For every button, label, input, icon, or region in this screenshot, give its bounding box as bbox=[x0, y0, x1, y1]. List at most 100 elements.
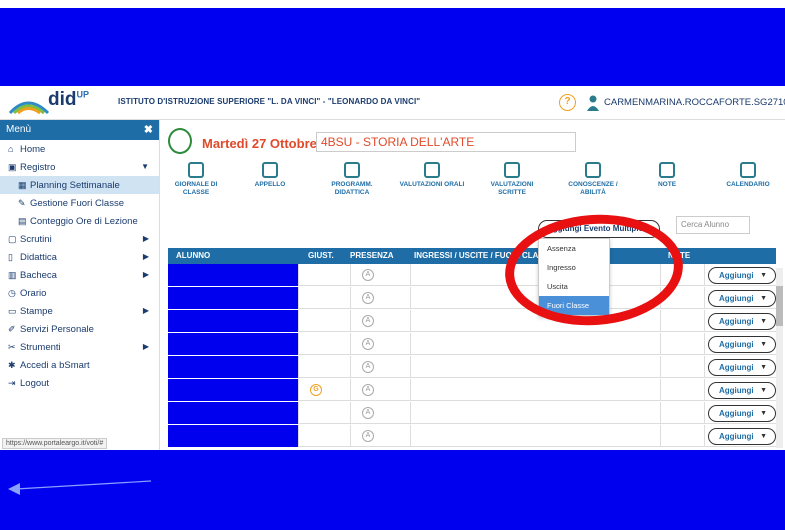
cell-divider bbox=[410, 402, 411, 424]
tab-appello[interactable]: APPELLO bbox=[248, 162, 292, 189]
sidebar-item-servizi[interactable]: ✐ Servizi Personale bbox=[0, 320, 159, 338]
search-input[interactable]: Cerca Alunno bbox=[676, 216, 750, 234]
presence-icon[interactable]: A bbox=[362, 430, 374, 442]
clock-icon: ◷ bbox=[8, 288, 16, 298]
chevron-right-icon: ▶ bbox=[142, 342, 149, 351]
cell-divider bbox=[298, 379, 299, 401]
sidebar-item-label: Strumenti bbox=[20, 342, 61, 353]
sidebar-item-strumenti[interactable]: ✂ Strumenti ▶ bbox=[0, 338, 159, 356]
tab-giornale[interactable]: GIORNALE DI CLASSE bbox=[164, 162, 228, 197]
student-name-cell bbox=[168, 425, 298, 447]
table-row: G A Aggiungi ▼ bbox=[168, 379, 776, 401]
add-button[interactable]: Aggiungi ▼ bbox=[708, 336, 776, 353]
presence-icon[interactable]: A bbox=[362, 361, 374, 373]
add-button[interactable]: Aggiungi ▼ bbox=[708, 405, 776, 422]
cell-divider bbox=[704, 287, 705, 309]
sidebar-item-fuori-classe[interactable]: ✎ Gestione Fuori Classe bbox=[0, 194, 159, 212]
cell-divider bbox=[298, 356, 299, 378]
sidebar-item-home[interactable]: ⌂ Home bbox=[0, 140, 159, 158]
presence-icon[interactable]: A bbox=[362, 384, 374, 396]
add-button[interactable]: Aggiungi ▼ bbox=[708, 313, 776, 330]
cell-divider bbox=[350, 310, 351, 332]
sidebar-item-logout[interactable]: ⇥ Logout bbox=[0, 374, 159, 392]
tab-note[interactable]: NOTE bbox=[652, 162, 682, 189]
tab-label: CALENDARIO bbox=[726, 181, 770, 188]
add-button-label: Aggiungi bbox=[719, 294, 754, 303]
scroll-thumb[interactable] bbox=[776, 286, 783, 326]
cell-divider bbox=[410, 264, 411, 286]
presence-icon[interactable]: A bbox=[362, 338, 374, 350]
tab-label: GIORNALE DI CLASSE bbox=[174, 181, 218, 196]
sidebar-item-label: Didattica bbox=[20, 252, 57, 263]
add-button[interactable]: Aggiungi ▼ bbox=[708, 382, 776, 399]
cell-divider bbox=[704, 379, 705, 401]
app-header: didUP ISTITUTO D'ISTRUZIONE SUPERIORE "L… bbox=[0, 86, 785, 120]
chevron-down-icon: ▼ bbox=[760, 318, 767, 325]
tab-label: CONOSCENZE / ABILITÀ bbox=[568, 181, 618, 196]
edit-icon: ✎ bbox=[18, 198, 26, 208]
board-icon: ▥ bbox=[8, 270, 17, 280]
sidebar-item-conteggio[interactable]: ▤ Conteggio Ore di Lezione bbox=[0, 212, 159, 230]
cell-divider bbox=[410, 356, 411, 378]
student-name-cell bbox=[168, 356, 298, 378]
scrollbar[interactable] bbox=[776, 268, 783, 448]
presence-icon[interactable]: A bbox=[362, 407, 374, 419]
student-name-cell bbox=[168, 287, 298, 309]
add-button[interactable]: Aggiungi ▼ bbox=[708, 290, 776, 307]
presence-icon[interactable]: A bbox=[362, 269, 374, 281]
board-icon bbox=[585, 162, 601, 178]
add-button[interactable]: Aggiungi ▼ bbox=[708, 267, 776, 284]
cell-divider bbox=[350, 425, 351, 447]
col-presenza: PRESENZA bbox=[350, 251, 394, 260]
add-button[interactable]: Aggiungi ▼ bbox=[708, 428, 776, 445]
add-button-label: Aggiungi bbox=[719, 386, 754, 395]
cell-divider bbox=[704, 356, 705, 378]
sidebar-item-label: Servizi Personale bbox=[20, 324, 94, 335]
sidebar-item-planning[interactable]: ▦ Planning Settimanale bbox=[0, 176, 159, 194]
cell-divider bbox=[704, 402, 705, 424]
cell-divider bbox=[410, 333, 411, 355]
chevron-down-icon: ▼ bbox=[141, 162, 149, 171]
sidebar-item-label: Conteggio Ore di Lezione bbox=[30, 216, 138, 227]
sidebar-item-scrutini[interactable]: ▢ Scrutini ▶ bbox=[0, 230, 159, 248]
sidebar-item-label: Home bbox=[20, 144, 46, 155]
screenshot-stage: didUP ISTITUTO D'ISTRUZIONE SUPERIORE "L… bbox=[0, 0, 785, 530]
cell-divider bbox=[704, 310, 705, 332]
user-name[interactable]: CARMENMARINA.ROCCAFORTE.SG27108 bbox=[604, 97, 785, 108]
cell-divider bbox=[660, 379, 661, 401]
tab-programm[interactable]: PROGRAMM. DIDATTICA bbox=[324, 162, 380, 197]
cell-divider bbox=[410, 287, 411, 309]
cell-divider bbox=[410, 425, 411, 447]
alarm-icon bbox=[188, 162, 204, 178]
sidebar-item-registro[interactable]: ▣ Registro ▼ bbox=[0, 158, 159, 176]
class-selector[interactable]: 4BSU - STORIA DELL'ARTE bbox=[316, 132, 576, 152]
sidebar-item-bacheca[interactable]: ▥ Bacheca ▶ bbox=[0, 266, 159, 284]
cell-divider bbox=[704, 264, 705, 286]
tab-conoscenze[interactable]: CONOSCENZE / ABILITÀ bbox=[564, 162, 622, 197]
add-button[interactable]: Aggiungi ▼ bbox=[708, 359, 776, 376]
close-icon[interactable]: ✖ bbox=[144, 120, 153, 140]
student-name-cell bbox=[168, 379, 298, 401]
sidebar-item-label: Logout bbox=[20, 378, 50, 389]
home-icon: ⌂ bbox=[8, 144, 14, 154]
tab-calendario[interactable]: CALENDARIO bbox=[722, 162, 774, 189]
presence-icon[interactable]: A bbox=[362, 292, 374, 304]
student-name-cell bbox=[168, 333, 298, 355]
justification-icon[interactable]: G bbox=[310, 384, 322, 396]
help-icon[interactable]: ? bbox=[559, 94, 576, 111]
cell-divider bbox=[350, 333, 351, 355]
sidebar-item-bsmart[interactable]: ✱ Accedi a bSmart bbox=[0, 356, 159, 374]
tab-scritte[interactable]: VALUTAZIONI SCRITTE bbox=[486, 162, 538, 197]
top-cover bbox=[0, 0, 785, 86]
presence-icon[interactable]: A bbox=[362, 315, 374, 327]
tab-label: PROGRAMM. DIDATTICA bbox=[331, 181, 373, 196]
print-icon: ▭ bbox=[8, 306, 17, 316]
tab-label: VALUTAZIONI SCRITTE bbox=[490, 181, 534, 196]
col-alunno: ALUNNO bbox=[176, 251, 211, 260]
sidebar-item-orario[interactable]: ◷ Orario bbox=[0, 284, 159, 302]
tab-orali[interactable]: VALUTAZIONI ORALI bbox=[396, 162, 468, 189]
sidebar-item-stampe[interactable]: ▭ Stampe ▶ bbox=[0, 302, 159, 320]
sidebar-item-didattica[interactable]: ▯ Didattica ▶ bbox=[0, 248, 159, 266]
sidebar-item-label: Gestione Fuori Classe bbox=[30, 198, 124, 209]
count-icon: ▤ bbox=[18, 216, 27, 226]
